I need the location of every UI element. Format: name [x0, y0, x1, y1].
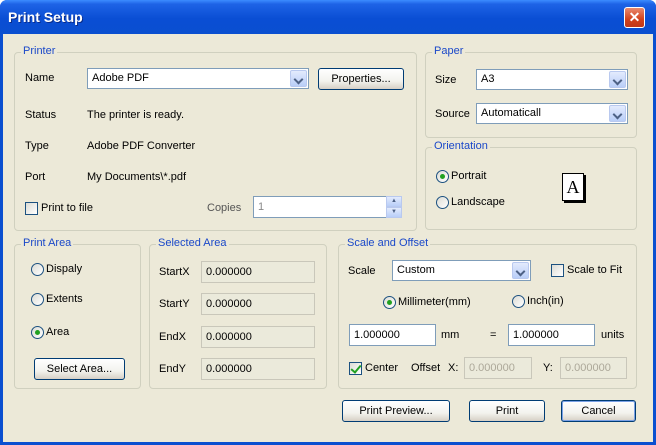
- startx-value: 0.000000: [206, 266, 252, 278]
- print-button[interactable]: Print: [469, 400, 545, 422]
- millimeter-label[interactable]: Millimeter(mm): [398, 296, 471, 308]
- offset-y-label: Y:: [543, 362, 553, 374]
- landscape-radio[interactable]: [436, 196, 449, 209]
- portrait-radio[interactable]: [436, 170, 449, 183]
- endy-field: 0.000000: [201, 358, 315, 380]
- properties-button[interactable]: Properties...: [318, 68, 404, 90]
- endx-label: EndX: [159, 331, 186, 343]
- printer-name-select[interactable]: Adobe PDF: [87, 68, 309, 89]
- display-radio[interactable]: [31, 263, 44, 276]
- endx-field: 0.000000: [201, 326, 315, 348]
- copies-value: 1: [258, 201, 265, 213]
- units-label: units: [601, 329, 625, 341]
- starty-field: 0.000000: [201, 293, 315, 315]
- starty-label: StartY: [159, 298, 190, 310]
- offset-y-value: 0.000000: [565, 362, 611, 374]
- close-icon: ✕: [628, 9, 641, 25]
- selected-area-legend: Selected Area: [156, 237, 229, 249]
- port-value: My Documents\*.pdf: [87, 171, 187, 183]
- chevron-down-icon[interactable]: [512, 262, 529, 279]
- scale-to-fit-checkbox[interactable]: [551, 264, 564, 277]
- scale-label: Scale: [348, 265, 376, 277]
- extents-label[interactable]: Extents: [46, 293, 83, 305]
- scale-value: Custom: [397, 264, 435, 276]
- spin-down-icon[interactable]: ▼: [386, 207, 402, 218]
- orientation-legend: Orientation: [432, 140, 490, 152]
- equals-label: =: [490, 329, 497, 341]
- center-label[interactable]: Center: [365, 362, 398, 374]
- cancel-button[interactable]: Cancel: [561, 400, 636, 422]
- endy-label: EndY: [159, 363, 186, 375]
- copies-label: Copies: [207, 202, 242, 214]
- paper-source-select[interactable]: Automaticall: [476, 103, 628, 124]
- offset-x-value: 0.000000: [469, 362, 515, 374]
- center-checkbox[interactable]: [349, 362, 362, 375]
- paper-group: Paper: [425, 45, 637, 138]
- extents-radio[interactable]: [31, 293, 44, 306]
- mm-unit-label: mm: [441, 329, 460, 341]
- offset-x-input: 0.000000: [464, 357, 532, 379]
- inch-radio[interactable]: [512, 295, 525, 308]
- mm-input[interactable]: 1.000000: [349, 324, 436, 346]
- inch-label[interactable]: Inch(in): [527, 295, 564, 307]
- print-area-legend: Print Area: [21, 237, 74, 249]
- mm-value: 1.000000: [354, 329, 400, 341]
- chevron-down-icon[interactable]: [290, 70, 307, 87]
- area-radio[interactable]: [31, 326, 44, 339]
- starty-value: 0.000000: [206, 298, 252, 310]
- print-setup-window: Print Setup ✕ Printer Name Adobe PDF Pro…: [0, 0, 656, 445]
- chevron-down-icon[interactable]: [609, 105, 626, 122]
- offset-label: Offset: [411, 362, 441, 374]
- copies-spinner[interactable]: ▲ ▼: [386, 196, 402, 218]
- status-label: Status: [25, 109, 57, 121]
- portrait-page-icon: A: [562, 173, 584, 201]
- spin-up-icon[interactable]: ▲: [386, 196, 402, 207]
- units-value: 1.000000: [513, 329, 559, 341]
- paper-size-value: A3: [481, 73, 495, 85]
- port-label: Port: [25, 171, 46, 183]
- endy-value: 0.000000: [206, 363, 252, 375]
- print-to-file-checkbox[interactable]: [25, 202, 38, 215]
- scale-offset-legend: Scale and Offset: [345, 237, 431, 249]
- startx-field: 0.000000: [201, 261, 315, 283]
- printer-legend: Printer: [21, 45, 58, 57]
- close-button[interactable]: ✕: [624, 7, 645, 28]
- type-value: Adobe PDF Converter: [87, 140, 196, 152]
- millimeter-radio[interactable]: [383, 296, 396, 309]
- print-preview-button[interactable]: Print Preview...: [342, 400, 450, 422]
- orientation-group: Orientation: [425, 140, 637, 230]
- print-to-file-label[interactable]: Print to file: [41, 202, 93, 214]
- endx-value: 0.000000: [206, 331, 252, 343]
- printer-name-value: Adobe PDF: [92, 72, 149, 84]
- title-bar[interactable]: Print Setup ✕: [0, 0, 656, 34]
- printer-name-label: Name: [25, 72, 55, 84]
- offset-x-label: X:: [448, 362, 459, 374]
- paper-size-select[interactable]: A3: [476, 69, 628, 90]
- scale-to-fit-label[interactable]: Scale to Fit: [567, 264, 622, 276]
- dialog-body: Printer Name Adobe PDF Properties... Sta…: [3, 34, 653, 442]
- copies-input[interactable]: 1: [253, 196, 387, 218]
- area-label[interactable]: Area: [46, 326, 69, 338]
- window-title: Print Setup: [8, 9, 83, 25]
- scale-select[interactable]: Custom: [392, 260, 531, 281]
- paper-source-value: Automaticall: [481, 107, 541, 119]
- display-label[interactable]: Dispaly: [46, 263, 82, 275]
- paper-size-label: Size: [435, 74, 457, 86]
- select-area-button[interactable]: Select Area...: [34, 358, 125, 380]
- portrait-label[interactable]: Portrait: [451, 170, 486, 182]
- landscape-label[interactable]: Landscape: [451, 196, 505, 208]
- paper-legend: Paper: [432, 45, 466, 57]
- offset-y-input: 0.000000: [560, 357, 627, 379]
- type-label: Type: [25, 140, 49, 152]
- status-value: The printer is ready.: [87, 109, 185, 121]
- units-input[interactable]: 1.000000: [508, 324, 595, 346]
- startx-label: StartX: [159, 266, 190, 278]
- paper-source-label: Source: [435, 108, 470, 120]
- chevron-down-icon[interactable]: [609, 71, 626, 88]
